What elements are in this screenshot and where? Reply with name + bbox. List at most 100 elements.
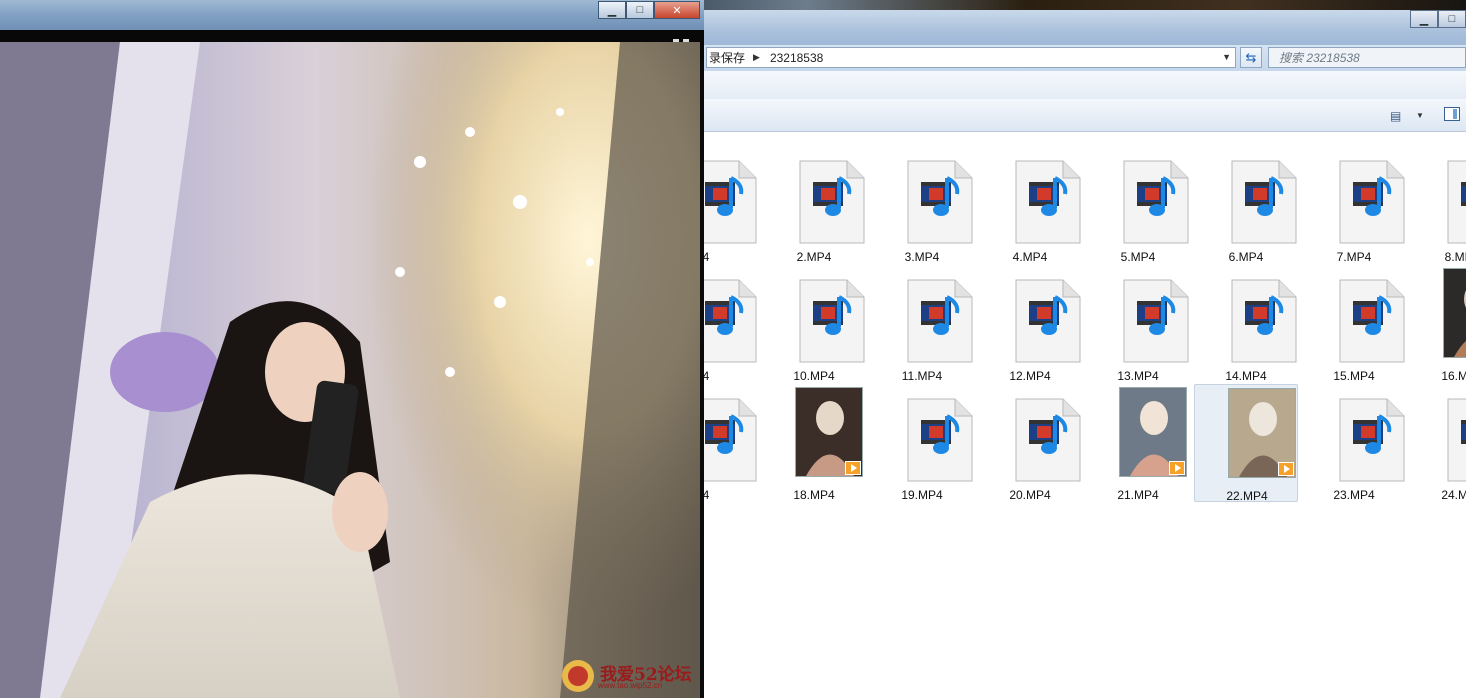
file-item[interactable]: 13.MP4 — [1086, 265, 1190, 383]
play-badge-icon — [1169, 461, 1185, 475]
file-item[interactable]: 5.MP4 — [1086, 146, 1190, 264]
file-item[interactable]: 16.MP4 — [1410, 265, 1466, 383]
player-caption-buttons: ▁ □ ✕ — [598, 1, 700, 19]
breadcrumb-current[interactable]: 23218538 — [770, 51, 823, 65]
address-bar[interactable]: 录保存 ▶ 23218538 ▼ — [706, 47, 1236, 68]
file-label: 10.MP4 — [793, 369, 835, 383]
file-item[interactable]: 2.MP4 — [762, 146, 866, 264]
file-item[interactable]: 18.MP4 — [762, 384, 866, 502]
file-label: 11.MP4 — [901, 369, 943, 383]
file-label: 4 — [702, 488, 710, 502]
player-maximize-button[interactable]: □ — [626, 1, 654, 19]
search-input[interactable]: 搜索 23218538 — [1268, 47, 1466, 68]
search-placeholder: 搜索 23218538 — [1279, 51, 1360, 65]
file-label: 24.MP4 — [1441, 488, 1466, 502]
explorer-title-bar[interactable]: ▁ □ — [700, 10, 1466, 45]
video-file-icon — [1123, 160, 1189, 244]
file-label: 4.MP4 — [1012, 250, 1048, 264]
file-label: 4 — [702, 369, 710, 383]
file-item[interactable]: 4 — [700, 384, 758, 502]
file-label: 4 — [702, 250, 710, 264]
file-label: 13.MP4 — [1117, 369, 1159, 383]
explorer-minimize-button[interactable]: ▁ — [1410, 10, 1438, 28]
player-window: ▁ □ ✕ 2 — [0, 0, 704, 698]
view-dropdown-icon[interactable]: ▼ — [1416, 111, 1424, 120]
file-label: 5.MP4 — [1120, 250, 1156, 264]
player-close-button[interactable]: ✕ — [654, 1, 700, 19]
command-bar: ▤ ▼ — [700, 99, 1466, 132]
chevron-down-icon[interactable]: ▼ — [1222, 52, 1231, 62]
file-item[interactable]: 10.MP4 — [762, 265, 866, 383]
video-file-icon — [1339, 160, 1405, 244]
file-item[interactable]: 21.MP4 — [1086, 384, 1190, 502]
explorer-maximize-button[interactable]: □ — [1438, 10, 1466, 28]
file-item[interactable]: 4 — [700, 265, 758, 383]
file-label: 23.MP4 — [1333, 488, 1375, 502]
file-label: 20.MP4 — [1009, 488, 1051, 502]
explorer-caption-buttons: ▁ □ — [1410, 10, 1466, 28]
file-item[interactable]: 24.MP4 — [1410, 384, 1466, 502]
video-file-icon — [700, 160, 757, 244]
video-file-icon — [907, 160, 973, 244]
file-item[interactable]: 7.MP4 — [1302, 146, 1406, 264]
address-row: 录保存 ▶ 23218538 ▼ ⇆ 搜索 23218538 — [700, 45, 1466, 71]
video-file-icon — [1231, 160, 1297, 244]
file-item[interactable]: 14.MP4 — [1194, 265, 1298, 383]
file-label: 8.MP4 — [1444, 250, 1466, 264]
play-badge-icon — [1278, 462, 1294, 476]
file-item[interactable]: 19.MP4 — [870, 384, 974, 502]
file-item[interactable]: 15.MP4 — [1302, 265, 1406, 383]
video-file-icon — [1123, 279, 1189, 363]
preview-pane-icon[interactable] — [1444, 107, 1460, 121]
file-item[interactable]: 4 — [700, 146, 758, 264]
file-label: 18.MP4 — [793, 488, 835, 502]
file-item[interactable]: 8.MP4 — [1410, 146, 1466, 264]
breadcrumb-parent[interactable]: 录保存 — [709, 49, 745, 66]
change-view-icon[interactable]: ▤ — [1390, 109, 1401, 123]
watermark: 我爱52论坛 www.tao.wip52.cn — [558, 654, 698, 694]
video-file-icon — [1015, 279, 1081, 363]
file-item[interactable]: 6.MP4 — [1194, 146, 1298, 264]
file-label: 3.MP4 — [904, 250, 940, 264]
video-file-icon — [1447, 160, 1466, 244]
refresh-button[interactable]: ⇆ — [1240, 47, 1262, 68]
video-file-icon — [1339, 279, 1405, 363]
file-label: 12.MP4 — [1009, 369, 1051, 383]
file-item[interactable]: 4.MP4 — [978, 146, 1082, 264]
video-file-icon — [799, 160, 865, 244]
file-label: 14.MP4 — [1225, 369, 1267, 383]
file-label: 16.MP4 — [1441, 369, 1466, 383]
file-label: 2.MP4 — [796, 250, 832, 264]
file-label: 22.MP4 — [1226, 489, 1268, 503]
video-file-icon — [1015, 398, 1081, 482]
menu-bar — [700, 71, 1466, 100]
file-label: 21.MP4 — [1117, 488, 1159, 502]
video-file-icon — [907, 398, 973, 482]
video-file-icon — [1447, 398, 1466, 482]
video-thumbnail — [1119, 387, 1187, 477]
file-item[interactable]: 20.MP4 — [978, 384, 1082, 502]
file-item[interactable]: 3.MP4 — [870, 146, 974, 264]
file-label: 15.MP4 — [1333, 369, 1375, 383]
file-item[interactable]: 22.MP4 — [1194, 384, 1298, 503]
video-file-icon — [700, 279, 757, 363]
watermark-url: www.tao.wip52.cn — [598, 681, 663, 690]
video-file-icon — [1231, 279, 1297, 363]
file-label: 7.MP4 — [1336, 250, 1372, 264]
video-file-icon — [907, 279, 973, 363]
video-file-icon — [1339, 398, 1405, 482]
video-frame[interactable] — [0, 42, 700, 698]
video-file-icon — [799, 279, 865, 363]
player-title-bar[interactable]: ▁ □ ✕ — [0, 0, 704, 30]
video-file-icon — [700, 398, 757, 482]
player-minimize-button[interactable]: ▁ — [598, 1, 626, 19]
file-item[interactable]: 12.MP4 — [978, 265, 1082, 383]
file-list: 4 2.MP4 3.MP4 4.MP4 5.MP4 6.MP4 7.MP4 8.MP4 4 10.… — [700, 132, 1466, 698]
refresh-icon: ⇆ — [1245, 49, 1257, 65]
thumbnail-image — [1444, 269, 1466, 357]
explorer-window: ▁ □ 录保存 ▶ 23218538 ▼ ⇆ 搜索 23218538 ▤ ▼ 4… — [700, 10, 1466, 698]
breadcrumb-separator-icon[interactable]: ▶ — [753, 52, 760, 63]
file-item[interactable]: 11.MP4 — [870, 265, 974, 383]
file-item[interactable]: 23.MP4 — [1302, 384, 1406, 502]
video-thumbnail — [1228, 388, 1296, 478]
